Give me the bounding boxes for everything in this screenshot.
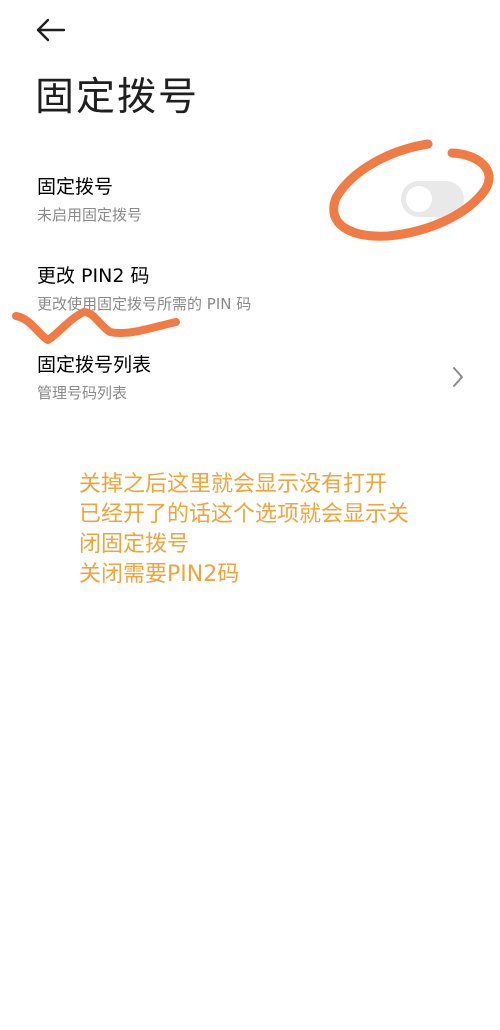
setting-row-change-pin2[interactable]: 更改 PIN2 码 更改使用固定拨号所需的 PIN 码 xyxy=(0,263,500,329)
chevron-right-icon xyxy=(449,364,467,390)
fixed-dialing-screen: 固定拨号 固定拨号 未启用固定拨号 更改 PIN2 码 更改使用固定拨号所需的 … xyxy=(0,0,500,1030)
annotation-line: 闭固定拨号 xyxy=(79,532,190,557)
toggle-knob xyxy=(406,186,432,212)
back-button[interactable] xyxy=(28,12,74,48)
fdn-list-description: 管理号码列表 xyxy=(37,384,128,402)
page-title: 固定拨号 xyxy=(35,75,200,120)
annotation-line: 关闭需要PIN2码 xyxy=(79,562,240,587)
fixed-dialing-title: 固定拨号 xyxy=(37,176,114,198)
fixed-dialing-status: 未启用固定拨号 xyxy=(37,206,143,224)
annotation-line: 已经开了的话这个选项就会显示关 xyxy=(79,502,410,527)
change-pin2-title: 更改 PIN2 码 xyxy=(37,265,150,287)
fixed-dialing-toggle[interactable] xyxy=(401,181,464,217)
setting-row-fdn-list[interactable]: 固定拨号列表 管理号码列表 xyxy=(0,352,500,418)
change-pin2-description: 更改使用固定拨号所需的 PIN 码 xyxy=(37,295,252,313)
fdn-list-title: 固定拨号列表 xyxy=(37,354,152,376)
annotation-note: 关掉之后这里就会显示没有打开 已经开了的话这个选项就会显示关 闭固定拨号 关闭需… xyxy=(79,470,479,590)
annotation-line: 关掉之后这里就会显示没有打开 xyxy=(79,472,388,497)
setting-row-fixed-dialing[interactable]: 固定拨号 未启用固定拨号 xyxy=(0,174,500,240)
back-arrow-icon xyxy=(28,12,74,48)
